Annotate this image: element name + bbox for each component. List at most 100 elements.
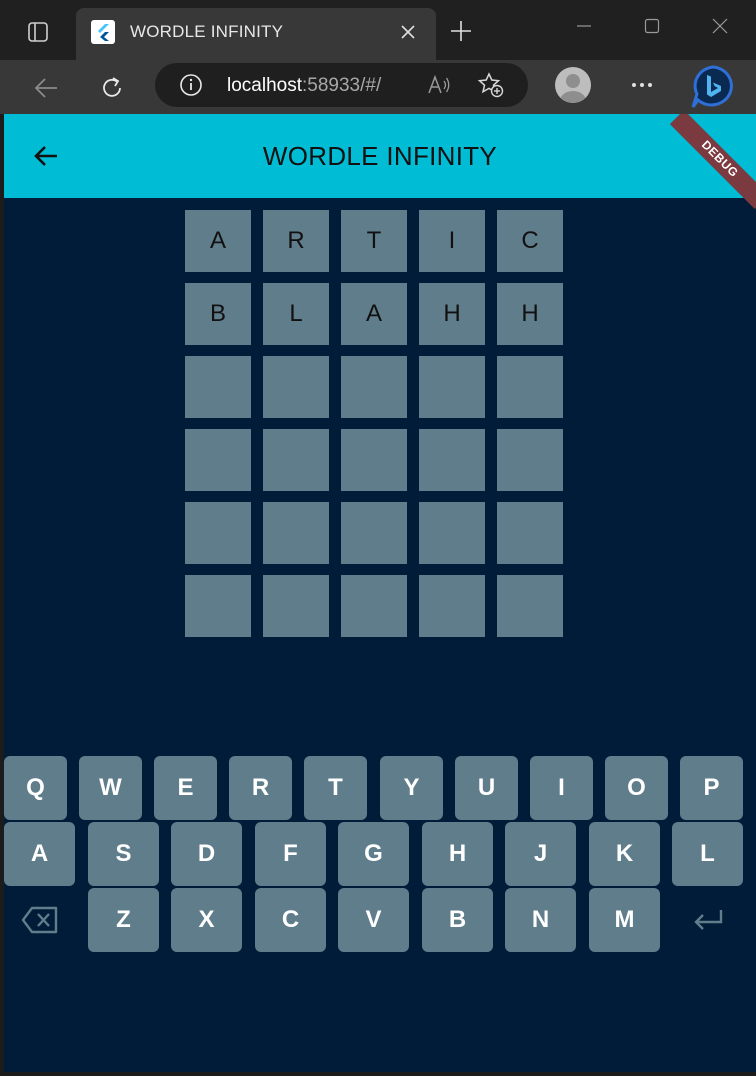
letter-tile bbox=[263, 429, 329, 491]
letter-tile bbox=[419, 356, 485, 418]
letter-tile bbox=[185, 429, 251, 491]
key-g[interactable]: G bbox=[338, 822, 409, 886]
plus-icon bbox=[451, 21, 471, 41]
close-icon bbox=[401, 25, 415, 39]
letter-tile: R bbox=[263, 210, 329, 272]
key-a[interactable]: A bbox=[4, 822, 75, 886]
letter-tile bbox=[185, 502, 251, 564]
maximize-icon bbox=[644, 18, 660, 34]
key-m[interactable]: M bbox=[589, 888, 660, 952]
minimize-icon bbox=[577, 25, 591, 27]
tab-title: WORDLE INFINITY bbox=[130, 22, 284, 41]
add-favorite-button[interactable] bbox=[477, 71, 505, 99]
letter-tile bbox=[497, 356, 563, 418]
bing-icon bbox=[691, 65, 733, 108]
letter-tile bbox=[263, 575, 329, 637]
close-tab-button[interactable] bbox=[396, 20, 420, 44]
read-aloud-button[interactable] bbox=[425, 71, 453, 99]
letter-tile bbox=[263, 502, 329, 564]
profile-avatar[interactable] bbox=[555, 67, 591, 103]
key-n[interactable]: N bbox=[505, 888, 576, 952]
letter-tile bbox=[341, 575, 407, 637]
enter-key[interactable] bbox=[672, 888, 743, 952]
key-c[interactable]: C bbox=[255, 888, 326, 952]
letter-tile bbox=[341, 356, 407, 418]
key-x[interactable]: X bbox=[171, 888, 242, 952]
enter-icon bbox=[693, 910, 722, 930]
letter-tile bbox=[341, 429, 407, 491]
minimize-button[interactable] bbox=[566, 10, 602, 42]
tab-actions-icon bbox=[28, 22, 48, 42]
letter-tile bbox=[263, 356, 329, 418]
key-e[interactable]: E bbox=[154, 756, 217, 820]
browser-toolbar: localhost:58933/#/ bbox=[0, 60, 756, 114]
app-body: WORDLE INFINITY DE B UG A R T I C B L A H … bbox=[4, 114, 756, 1072]
letter-tile bbox=[497, 502, 563, 564]
backspace-key[interactable] bbox=[4, 888, 75, 952]
letter-tile bbox=[419, 429, 485, 491]
letter-tile: T bbox=[341, 210, 407, 272]
new-tab-button[interactable] bbox=[446, 14, 476, 48]
url-path: :58933/#/ bbox=[302, 75, 382, 96]
app-bar: WORDLE INFINITY bbox=[4, 114, 756, 198]
bing-copilot-button[interactable] bbox=[689, 64, 737, 110]
settings-more-button[interactable] bbox=[626, 70, 658, 100]
key-r[interactable]: R bbox=[229, 756, 292, 820]
letter-tile bbox=[497, 429, 563, 491]
key-v[interactable]: V bbox=[338, 888, 409, 952]
key-d[interactable]: D bbox=[171, 822, 242, 886]
maximize-button[interactable] bbox=[634, 10, 670, 42]
info-icon[interactable] bbox=[179, 73, 203, 97]
letter-tile bbox=[185, 356, 251, 418]
guess-row bbox=[185, 356, 565, 418]
letter-tile: L bbox=[263, 283, 329, 345]
letter-tile bbox=[341, 502, 407, 564]
person-icon bbox=[560, 74, 586, 103]
tab-actions-button[interactable] bbox=[18, 14, 58, 50]
key-b[interactable]: B bbox=[422, 888, 493, 952]
letter-tile: I bbox=[419, 210, 485, 272]
key-p[interactable]: P bbox=[680, 756, 743, 820]
letter-tile bbox=[185, 575, 251, 637]
url-text[interactable]: localhost:58933/#/ bbox=[227, 75, 381, 97]
back-button[interactable] bbox=[28, 70, 64, 106]
app-title: WORDLE INFINITY bbox=[262, 141, 498, 171]
key-l[interactable]: L bbox=[672, 822, 743, 886]
guess-row: A R T I C bbox=[185, 210, 565, 272]
letter-tile bbox=[497, 575, 563, 637]
guess-row: B L A H H bbox=[185, 283, 565, 345]
key-f[interactable]: F bbox=[255, 822, 326, 886]
key-y[interactable]: Y bbox=[380, 756, 443, 820]
guess-row bbox=[185, 429, 565, 491]
letter-tile: A bbox=[341, 283, 407, 345]
key-q[interactable]: Q bbox=[4, 756, 67, 820]
letter-tile: H bbox=[419, 283, 485, 345]
browser-tab-bar: WORDLE INFINITY bbox=[0, 0, 756, 60]
guess-row bbox=[185, 575, 565, 637]
address-bar[interactable]: localhost:58933/#/ bbox=[155, 63, 528, 107]
refresh-icon bbox=[103, 77, 121, 97]
letter-tile: H bbox=[497, 283, 563, 345]
key-i[interactable]: I bbox=[530, 756, 593, 820]
on-screen-keyboard: Q W E R T Y U I O P A S D F G H J K L Z … bbox=[4, 754, 756, 964]
guess-row bbox=[185, 502, 565, 564]
key-z[interactable]: Z bbox=[88, 888, 159, 952]
key-h[interactable]: H bbox=[422, 822, 493, 886]
browser-tab[interactable]: WORDLE INFINITY bbox=[76, 8, 436, 60]
key-s[interactable]: S bbox=[88, 822, 159, 886]
letter-tile: B bbox=[185, 283, 251, 345]
key-k[interactable]: K bbox=[589, 822, 660, 886]
arrow-left-icon bbox=[34, 78, 57, 98]
close-icon bbox=[712, 18, 728, 34]
read-aloud-icon bbox=[428, 74, 450, 94]
url-host: localhost bbox=[227, 75, 302, 96]
key-o[interactable]: O bbox=[605, 756, 668, 820]
key-u[interactable]: U bbox=[455, 756, 518, 820]
key-w[interactable]: W bbox=[79, 756, 142, 820]
refresh-button[interactable] bbox=[94, 70, 130, 106]
backspace-icon bbox=[21, 906, 57, 934]
close-window-button[interactable] bbox=[702, 10, 738, 42]
key-j[interactable]: J bbox=[505, 822, 576, 886]
key-t[interactable]: T bbox=[304, 756, 367, 820]
more-horizontal-icon bbox=[632, 83, 652, 87]
